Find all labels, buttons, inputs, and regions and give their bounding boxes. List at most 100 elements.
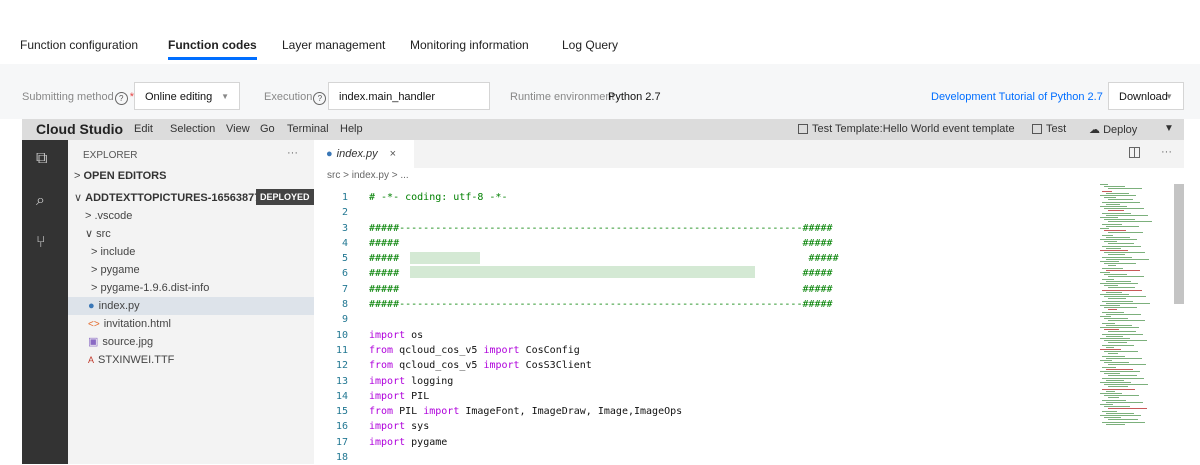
help-icon[interactable]: ? [313, 92, 327, 105]
submitting-method-label: Submitting method? * [22, 91, 134, 105]
code-line[interactable]: 7 ##### ##### [314, 282, 1084, 297]
menu-view[interactable]: View [226, 123, 250, 135]
code-line[interactable]: 2 [314, 205, 1084, 220]
test-template-button[interactable]: Test Template:Hello World event template [798, 123, 1015, 135]
editor-scrollbar[interactable] [1174, 184, 1184, 304]
code-lines[interactable]: 1 # -*- coding: utf-8 -*- 2 3 #####---------… [314, 190, 1084, 465]
tab-function-configuration[interactable]: Function configuration [20, 38, 138, 52]
minimap-line [1100, 404, 1113, 405]
tree-item-vscode[interactable]: > .vscode [68, 207, 331, 225]
breadcrumb[interactable]: src > index.py > ... [327, 170, 409, 181]
more-actions-icon[interactable]: ··· [1161, 146, 1172, 158]
code-line[interactable]: 15 from PIL import ImageFont, ImageDraw, … [314, 404, 1084, 419]
code-line[interactable]: 14 import PIL [314, 389, 1084, 404]
line-text: import PIL [369, 390, 430, 402]
menu-selection[interactable]: Selection [170, 123, 215, 135]
code-line[interactable]: 13 import logging [314, 374, 1084, 389]
menu-edit[interactable]: Edit [134, 123, 153, 135]
minimap-line [1106, 225, 1139, 227]
line-number: 6 [341, 268, 348, 280]
line-number: 13 [335, 375, 348, 387]
code-line[interactable]: 9 [314, 312, 1084, 327]
activity-bar: ⧉ ⌕ ⑂ [22, 140, 68, 464]
chevron-down-icon[interactable]: ▼ [1164, 123, 1174, 134]
menu-terminal[interactable]: Terminal [287, 123, 329, 135]
line-number: 3 [341, 222, 348, 234]
minimap-line [1108, 276, 1144, 278]
line-text: import sys [369, 421, 430, 433]
editor-tab-index-py[interactable]: ● index.py × [314, 140, 414, 168]
minimap-line [1106, 203, 1120, 205]
submitting-method-select[interactable]: Online editing ▼ [134, 82, 240, 110]
minimap-line [1100, 382, 1131, 383]
line-text: import pygame [369, 436, 448, 448]
tree-item-include[interactable]: > include [68, 243, 337, 261]
code-settings-bar: Submitting method? * Online editing ▼ Exe… [0, 64, 1200, 119]
tree-item-index-py[interactable]: ● index.py [68, 297, 334, 315]
minimap-line [1100, 349, 1121, 350]
search-icon[interactable]: ⌕ [36, 192, 45, 210]
minimap-line [1108, 210, 1124, 212]
tab-function-codes[interactable]: Function codes [168, 38, 257, 60]
execution-label: Execution?* [264, 91, 333, 105]
minimap-line [1100, 228, 1109, 229]
tree-item-pygame[interactable]: > pygame [68, 261, 337, 279]
minimap-line [1108, 342, 1127, 344]
minimap-line [1100, 283, 1138, 284]
code-line[interactable]: 8 #####----------------------------------… [314, 297, 1084, 312]
test-button[interactable]: Test [1032, 123, 1066, 135]
tree-item-invitation-html[interactable]: <> invitation.html [68, 315, 334, 333]
tree-item-stxinwei-ttf[interactable]: A STXINWEI.TTF [68, 351, 334, 369]
code-line[interactable]: 16 import sys [314, 419, 1084, 434]
download-button[interactable]: Download ▼ [1108, 82, 1184, 110]
minimap-line [1106, 368, 1133, 370]
code-line[interactable]: 10 import os [314, 328, 1084, 343]
template-icon [798, 124, 808, 134]
deploy-button[interactable]: ☁ Deploy [1089, 123, 1137, 136]
code-line[interactable]: 11 from qcloud_cos_v5 import CosConfig [314, 343, 1084, 358]
tab-monitoring-information[interactable]: Monitoring information [410, 38, 529, 52]
code-line[interactable]: 3 #####----------------------------------… [314, 221, 1084, 236]
minimap-line [1106, 269, 1140, 271]
minimap-line [1102, 201, 1140, 203]
help-icon[interactable]: ? [114, 92, 128, 105]
project-root[interactable]: ∨ ADDTEXTTOPICTURES-1656387704 DEPLOYED [68, 189, 320, 207]
tab-layer-management[interactable]: Layer management [282, 38, 385, 52]
code-line[interactable]: 17 import pygame [314, 435, 1084, 450]
code-line[interactable]: 12 from qcloud_cos_v5 import CosS3Client [314, 358, 1084, 373]
close-icon[interactable]: × [390, 148, 396, 160]
line-number: 12 [335, 360, 348, 372]
minimap-line [1106, 192, 1129, 194]
tree-item-src[interactable]: ∨ src [68, 225, 331, 243]
code-line[interactable]: 4 ##### ##### [314, 236, 1084, 251]
code-line[interactable]: 18 [314, 450, 1084, 465]
split-editor-icon[interactable] [1129, 147, 1140, 158]
minimap-line [1108, 353, 1118, 355]
minimap-line [1102, 333, 1143, 335]
tree-item-source-jpg[interactable]: ▣ source.jpg [68, 333, 334, 351]
source-control-icon[interactable]: ⑂ [36, 234, 46, 252]
execution-handler-input[interactable]: index.main_handler [328, 82, 490, 110]
line-number: 8 [341, 299, 348, 311]
development-tutorial-link[interactable]: Development Tutorial of Python 2.7 [931, 91, 1118, 103]
minimap-line [1104, 252, 1145, 254]
menu-go[interactable]: Go [260, 123, 275, 135]
tab-log-query[interactable]: Log Query [562, 38, 618, 52]
open-editors-section[interactable]: > OPEN EDITORS [68, 167, 320, 185]
minimap-line [1100, 327, 1139, 328]
tree-item-pygame-dist-info[interactable]: > pygame-1.9.6.dist-info [68, 279, 337, 297]
line-text: # -*- coding: utf-8 -*- [369, 192, 508, 203]
minimap-line [1104, 307, 1137, 309]
menu-help[interactable]: Help [340, 123, 363, 135]
minimap-line [1104, 219, 1135, 221]
more-actions-icon[interactable]: ··· [287, 147, 298, 159]
code-line[interactable]: 1 # -*- coding: utf-8 -*- [314, 190, 1084, 205]
minimap-line [1100, 184, 1108, 185]
minimap[interactable] [1086, 184, 1166, 425]
line-number: 5 [341, 253, 348, 265]
line-number: 1 [341, 192, 348, 203]
redacted-area [410, 252, 480, 264]
minimap-line [1102, 289, 1142, 291]
explorer-files-icon[interactable]: ⧉ [36, 150, 47, 168]
font-file-icon: A [88, 355, 95, 365]
